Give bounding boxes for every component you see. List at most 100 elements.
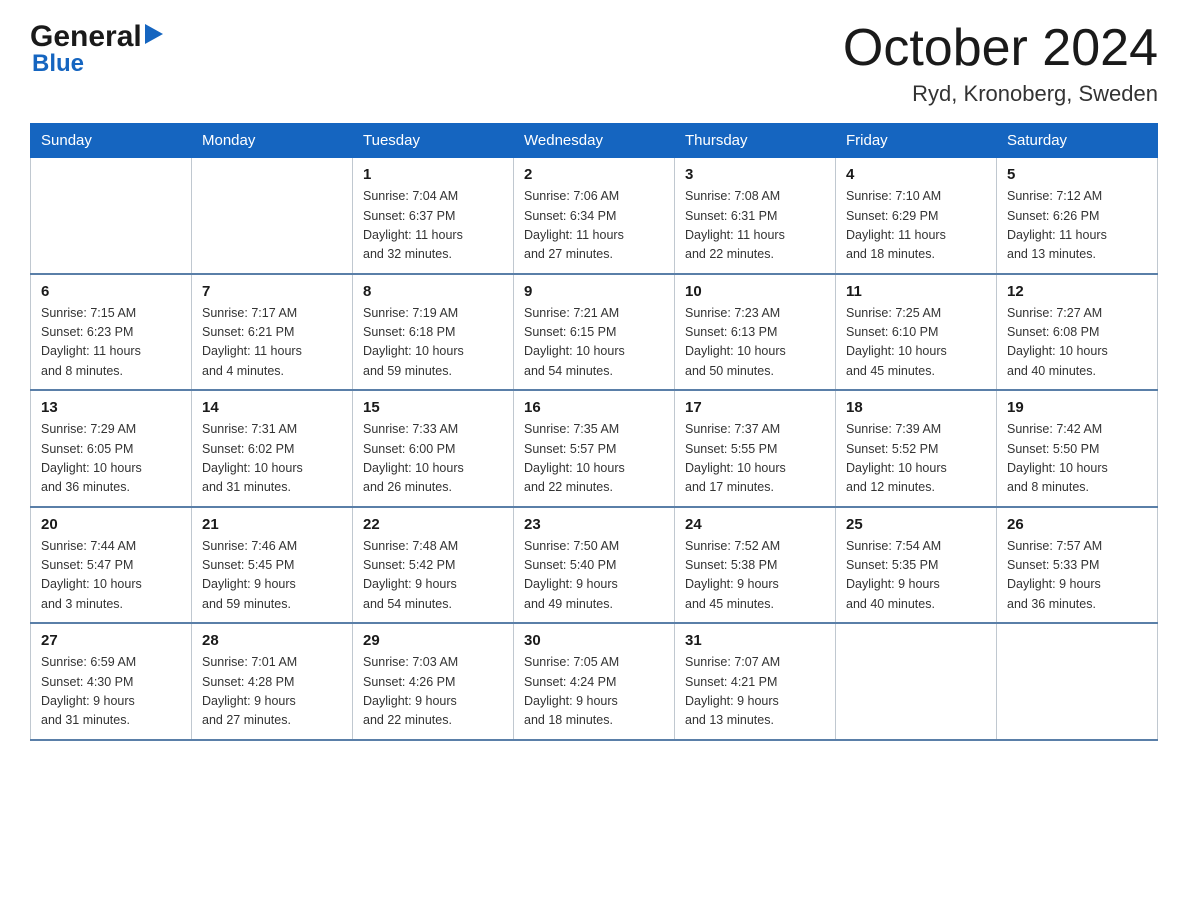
day-info: Sunrise: 7:19 AMSunset: 6:18 PMDaylight:…	[363, 304, 503, 382]
calendar-cell-w5-d3: 29 Sunrise: 7:03 AMSunset: 4:26 PMDayligh…	[353, 623, 514, 740]
calendar-cell-w5-d7	[997, 623, 1158, 740]
day-number: 31	[685, 632, 825, 649]
day-number: 24	[685, 516, 825, 533]
calendar-cell-w2-d1: 6Sunrise: 7:15 AMSunset: 6:23 PMDaylight…	[31, 274, 192, 391]
calendar-cell-w1-d5: 3Sunrise: 7:08 AMSunset: 6:31 PMDaylight…	[675, 158, 836, 274]
day-info: Sunrise: 7:44 AMSunset: 5:47 PMDaylight:…	[41, 537, 181, 615]
day-info: Sunrise: 7:17 AMSunset: 6:21 PMDaylight:…	[202, 304, 342, 382]
day-number: 25	[846, 516, 986, 533]
calendar-cell-w1-d4: 2 Sunrise: 7:06 AMSunset: 6:34 PMDaylight…	[514, 158, 675, 274]
day-number: 15	[363, 399, 503, 416]
day-number: 11	[846, 283, 986, 300]
day-info: Sunrise: 7:12 AMSunset: 6:26 PMDaylight:…	[1007, 187, 1147, 265]
day-info: Sunrise: 7:29 AMSunset: 6:05 PMDaylight:…	[41, 420, 181, 498]
calendar-cell-w3-d1: 13 Sunrise: 7:29 AMSunset: 6:05 PMDayligh…	[31, 390, 192, 507]
calendar-week-5: 27 Sunrise: 6:59 AMSunset: 4:30 PMDayligh…	[31, 623, 1158, 740]
location-title: Ryd, Kronoberg, Sweden	[843, 81, 1158, 107]
calendar-cell-w4-d6: 25 Sunrise: 7:54 AMSunset: 5:35 PMDayligh…	[836, 507, 997, 624]
day-number: 26	[1007, 516, 1147, 533]
day-number: 3	[685, 166, 825, 183]
calendar-week-3: 13 Sunrise: 7:29 AMSunset: 6:05 PMDayligh…	[31, 390, 1158, 507]
day-info: Sunrise: 7:10 AMSunset: 6:29 PMDaylight:…	[846, 187, 986, 265]
calendar-cell-w3-d6: 18Sunrise: 7:39 AMSunset: 5:52 PMDayligh…	[836, 390, 997, 507]
calendar-cell-w4-d2: 21Sunrise: 7:46 AMSunset: 5:45 PMDayligh…	[192, 507, 353, 624]
calendar-week-2: 6Sunrise: 7:15 AMSunset: 6:23 PMDaylight…	[31, 274, 1158, 391]
day-info: Sunrise: 7:06 AMSunset: 6:34 PMDaylight:…	[524, 187, 664, 265]
day-info: Sunrise: 7:01 AMSunset: 4:28 PMDaylight:…	[202, 653, 342, 731]
calendar-cell-w3-d4: 16 Sunrise: 7:35 AMSunset: 5:57 PMDayligh…	[514, 390, 675, 507]
calendar-cell-w1-d3: 1 Sunrise: 7:04 AMSunset: 6:37 PMDaylight…	[353, 158, 514, 274]
calendar-cell-w3-d3: 15 Sunrise: 7:33 AMSunset: 6:00 PMDayligh…	[353, 390, 514, 507]
day-number: 20	[41, 516, 181, 533]
day-number: 4	[846, 166, 986, 183]
day-info: Sunrise: 7:05 AMSunset: 4:24 PMDaylight:…	[524, 653, 664, 731]
calendar-cell-w5-d5: 31 Sunrise: 7:07 AMSunset: 4:21 PMDayligh…	[675, 623, 836, 740]
header-saturday: Saturday	[997, 124, 1158, 158]
day-info: Sunrise: 7:27 AMSunset: 6:08 PMDaylight:…	[1007, 304, 1147, 382]
header-tuesday: Tuesday	[353, 124, 514, 158]
header-wednesday: Wednesday	[514, 124, 675, 158]
day-number: 13	[41, 399, 181, 416]
logo-general-text: General	[30, 20, 142, 54]
day-info: Sunrise: 7:54 AMSunset: 5:35 PMDaylight:…	[846, 537, 986, 615]
calendar-cell-w2-d7: 12 Sunrise: 7:27 AMSunset: 6:08 PMDayligh…	[997, 274, 1158, 391]
calendar-cell-w2-d3: 8 Sunrise: 7:19 AMSunset: 6:18 PMDaylight…	[353, 274, 514, 391]
day-number: 6	[41, 283, 181, 300]
logo: General Blue	[30, 20, 163, 78]
day-info: Sunrise: 7:33 AMSunset: 6:00 PMDaylight:…	[363, 420, 503, 498]
calendar-cell-w3-d2: 14 Sunrise: 7:31 AMSunset: 6:02 PMDayligh…	[192, 390, 353, 507]
logo-blue-text: Blue	[32, 50, 84, 78]
day-number: 9	[524, 283, 664, 300]
day-number: 21	[202, 516, 342, 533]
month-title: October 2024	[843, 20, 1158, 77]
day-number: 1	[363, 166, 503, 183]
day-info: Sunrise: 7:07 AMSunset: 4:21 PMDaylight:…	[685, 653, 825, 731]
header-friday: Friday	[836, 124, 997, 158]
calendar-cell-w5-d2: 28 Sunrise: 7:01 AMSunset: 4:28 PMDayligh…	[192, 623, 353, 740]
title-block: October 2024 Ryd, Kronoberg, Sweden	[843, 20, 1158, 107]
calendar-cell-w2-d2: 7 Sunrise: 7:17 AMSunset: 6:21 PMDaylight…	[192, 274, 353, 391]
calendar-cell-w1-d1	[31, 158, 192, 274]
calendar-cell-w2-d5: 10Sunrise: 7:23 AMSunset: 6:13 PMDayligh…	[675, 274, 836, 391]
day-number: 23	[524, 516, 664, 533]
calendar-cell-w4-d3: 22Sunrise: 7:48 AMSunset: 5:42 PMDayligh…	[353, 507, 514, 624]
day-number: 14	[202, 399, 342, 416]
calendar-cell-w4-d1: 20 Sunrise: 7:44 AMSunset: 5:47 PMDayligh…	[31, 507, 192, 624]
day-number: 18	[846, 399, 986, 416]
day-info: Sunrise: 7:03 AMSunset: 4:26 PMDaylight:…	[363, 653, 503, 731]
calendar-cell-w3-d7: 19Sunrise: 7:42 AMSunset: 5:50 PMDayligh…	[997, 390, 1158, 507]
calendar-cell-w5-d1: 27 Sunrise: 6:59 AMSunset: 4:30 PMDayligh…	[31, 623, 192, 740]
calendar-cell-w4-d4: 23 Sunrise: 7:50 AMSunset: 5:40 PMDayligh…	[514, 507, 675, 624]
day-number: 5	[1007, 166, 1147, 183]
calendar-header-row: Sunday Monday Tuesday Wednesday Thursday…	[31, 124, 1158, 158]
calendar-table: Sunday Monday Tuesday Wednesday Thursday…	[30, 123, 1158, 741]
day-info: Sunrise: 7:57 AMSunset: 5:33 PMDaylight:…	[1007, 537, 1147, 615]
day-number: 2	[524, 166, 664, 183]
calendar-cell-w5-d6	[836, 623, 997, 740]
day-info: Sunrise: 7:35 AMSunset: 5:57 PMDaylight:…	[524, 420, 664, 498]
day-number: 7	[202, 283, 342, 300]
day-number: 27	[41, 632, 181, 649]
day-info: Sunrise: 7:50 AMSunset: 5:40 PMDaylight:…	[524, 537, 664, 615]
day-number: 16	[524, 399, 664, 416]
day-info: Sunrise: 7:52 AMSunset: 5:38 PMDaylight:…	[685, 537, 825, 615]
day-number: 29	[363, 632, 503, 649]
calendar-cell-w2-d6: 11Sunrise: 7:25 AMSunset: 6:10 PMDayligh…	[836, 274, 997, 391]
day-number: 12	[1007, 283, 1147, 300]
day-info: Sunrise: 7:37 AMSunset: 5:55 PMDaylight:…	[685, 420, 825, 498]
day-info: Sunrise: 6:59 AMSunset: 4:30 PMDaylight:…	[41, 653, 181, 731]
calendar-cell-w4-d7: 26 Sunrise: 7:57 AMSunset: 5:33 PMDayligh…	[997, 507, 1158, 624]
day-info: Sunrise: 7:48 AMSunset: 5:42 PMDaylight:…	[363, 537, 503, 615]
calendar-cell-w1-d2	[192, 158, 353, 274]
page-header: General Blue October 2024 Ryd, Kronoberg…	[30, 20, 1158, 107]
calendar-week-4: 20 Sunrise: 7:44 AMSunset: 5:47 PMDayligh…	[31, 507, 1158, 624]
day-number: 28	[202, 632, 342, 649]
calendar-cell-w1-d7: 5 Sunrise: 7:12 AMSunset: 6:26 PMDaylight…	[997, 158, 1158, 274]
day-info: Sunrise: 7:31 AMSunset: 6:02 PMDaylight:…	[202, 420, 342, 498]
day-number: 8	[363, 283, 503, 300]
header-sunday: Sunday	[31, 124, 192, 158]
day-info: Sunrise: 7:23 AMSunset: 6:13 PMDaylight:…	[685, 304, 825, 382]
day-info: Sunrise: 7:04 AMSunset: 6:37 PMDaylight:…	[363, 187, 503, 265]
calendar-cell-w4-d5: 24 Sunrise: 7:52 AMSunset: 5:38 PMDayligh…	[675, 507, 836, 624]
day-info: Sunrise: 7:21 AMSunset: 6:15 PMDaylight:…	[524, 304, 664, 382]
